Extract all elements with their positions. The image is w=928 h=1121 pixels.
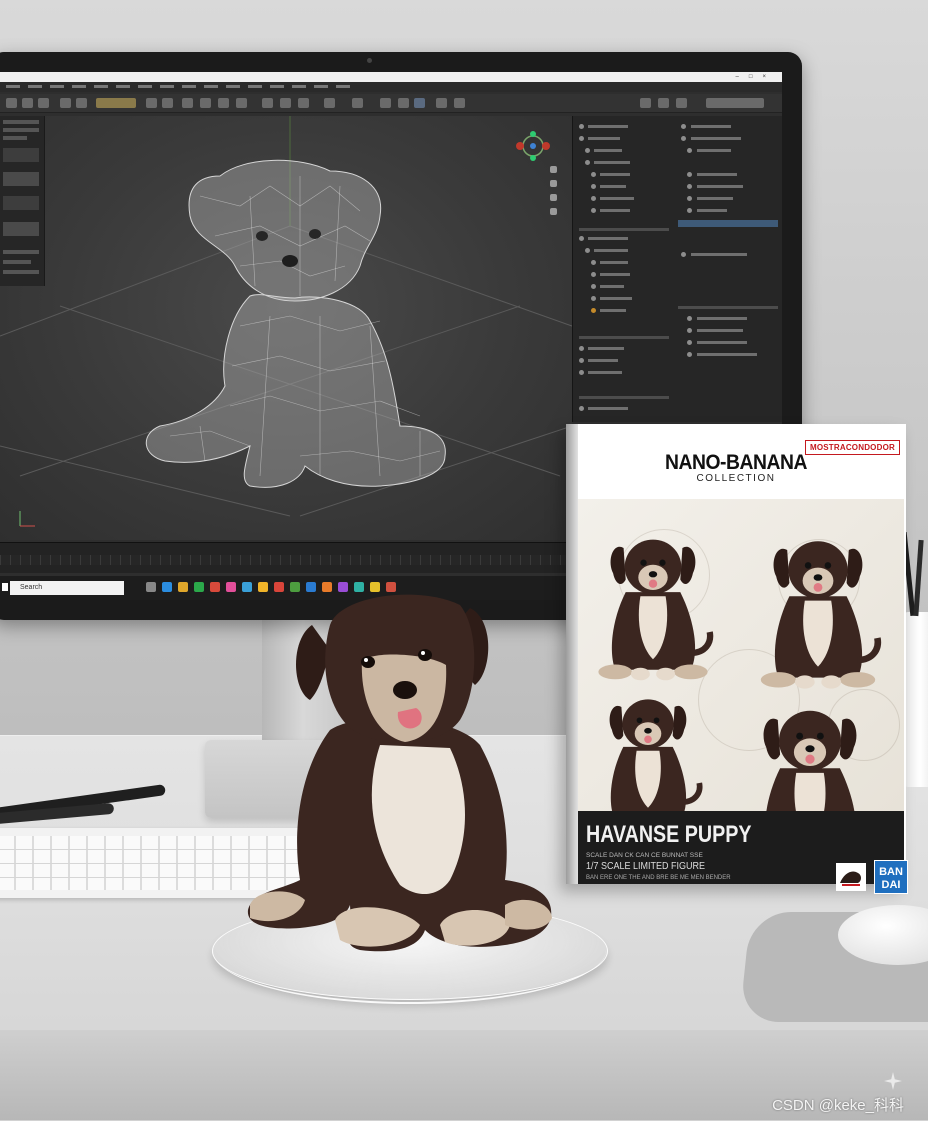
puppy-figurine [247,594,552,952]
watermark-text: CSDN @keke_科科 [772,1097,904,1114]
puppy-nose [393,681,417,699]
puppy-ear-left [296,625,330,700]
puppy-eye-right [418,649,432,661]
puppy-eye-left [361,656,375,668]
sparkle-icon [884,1072,902,1090]
